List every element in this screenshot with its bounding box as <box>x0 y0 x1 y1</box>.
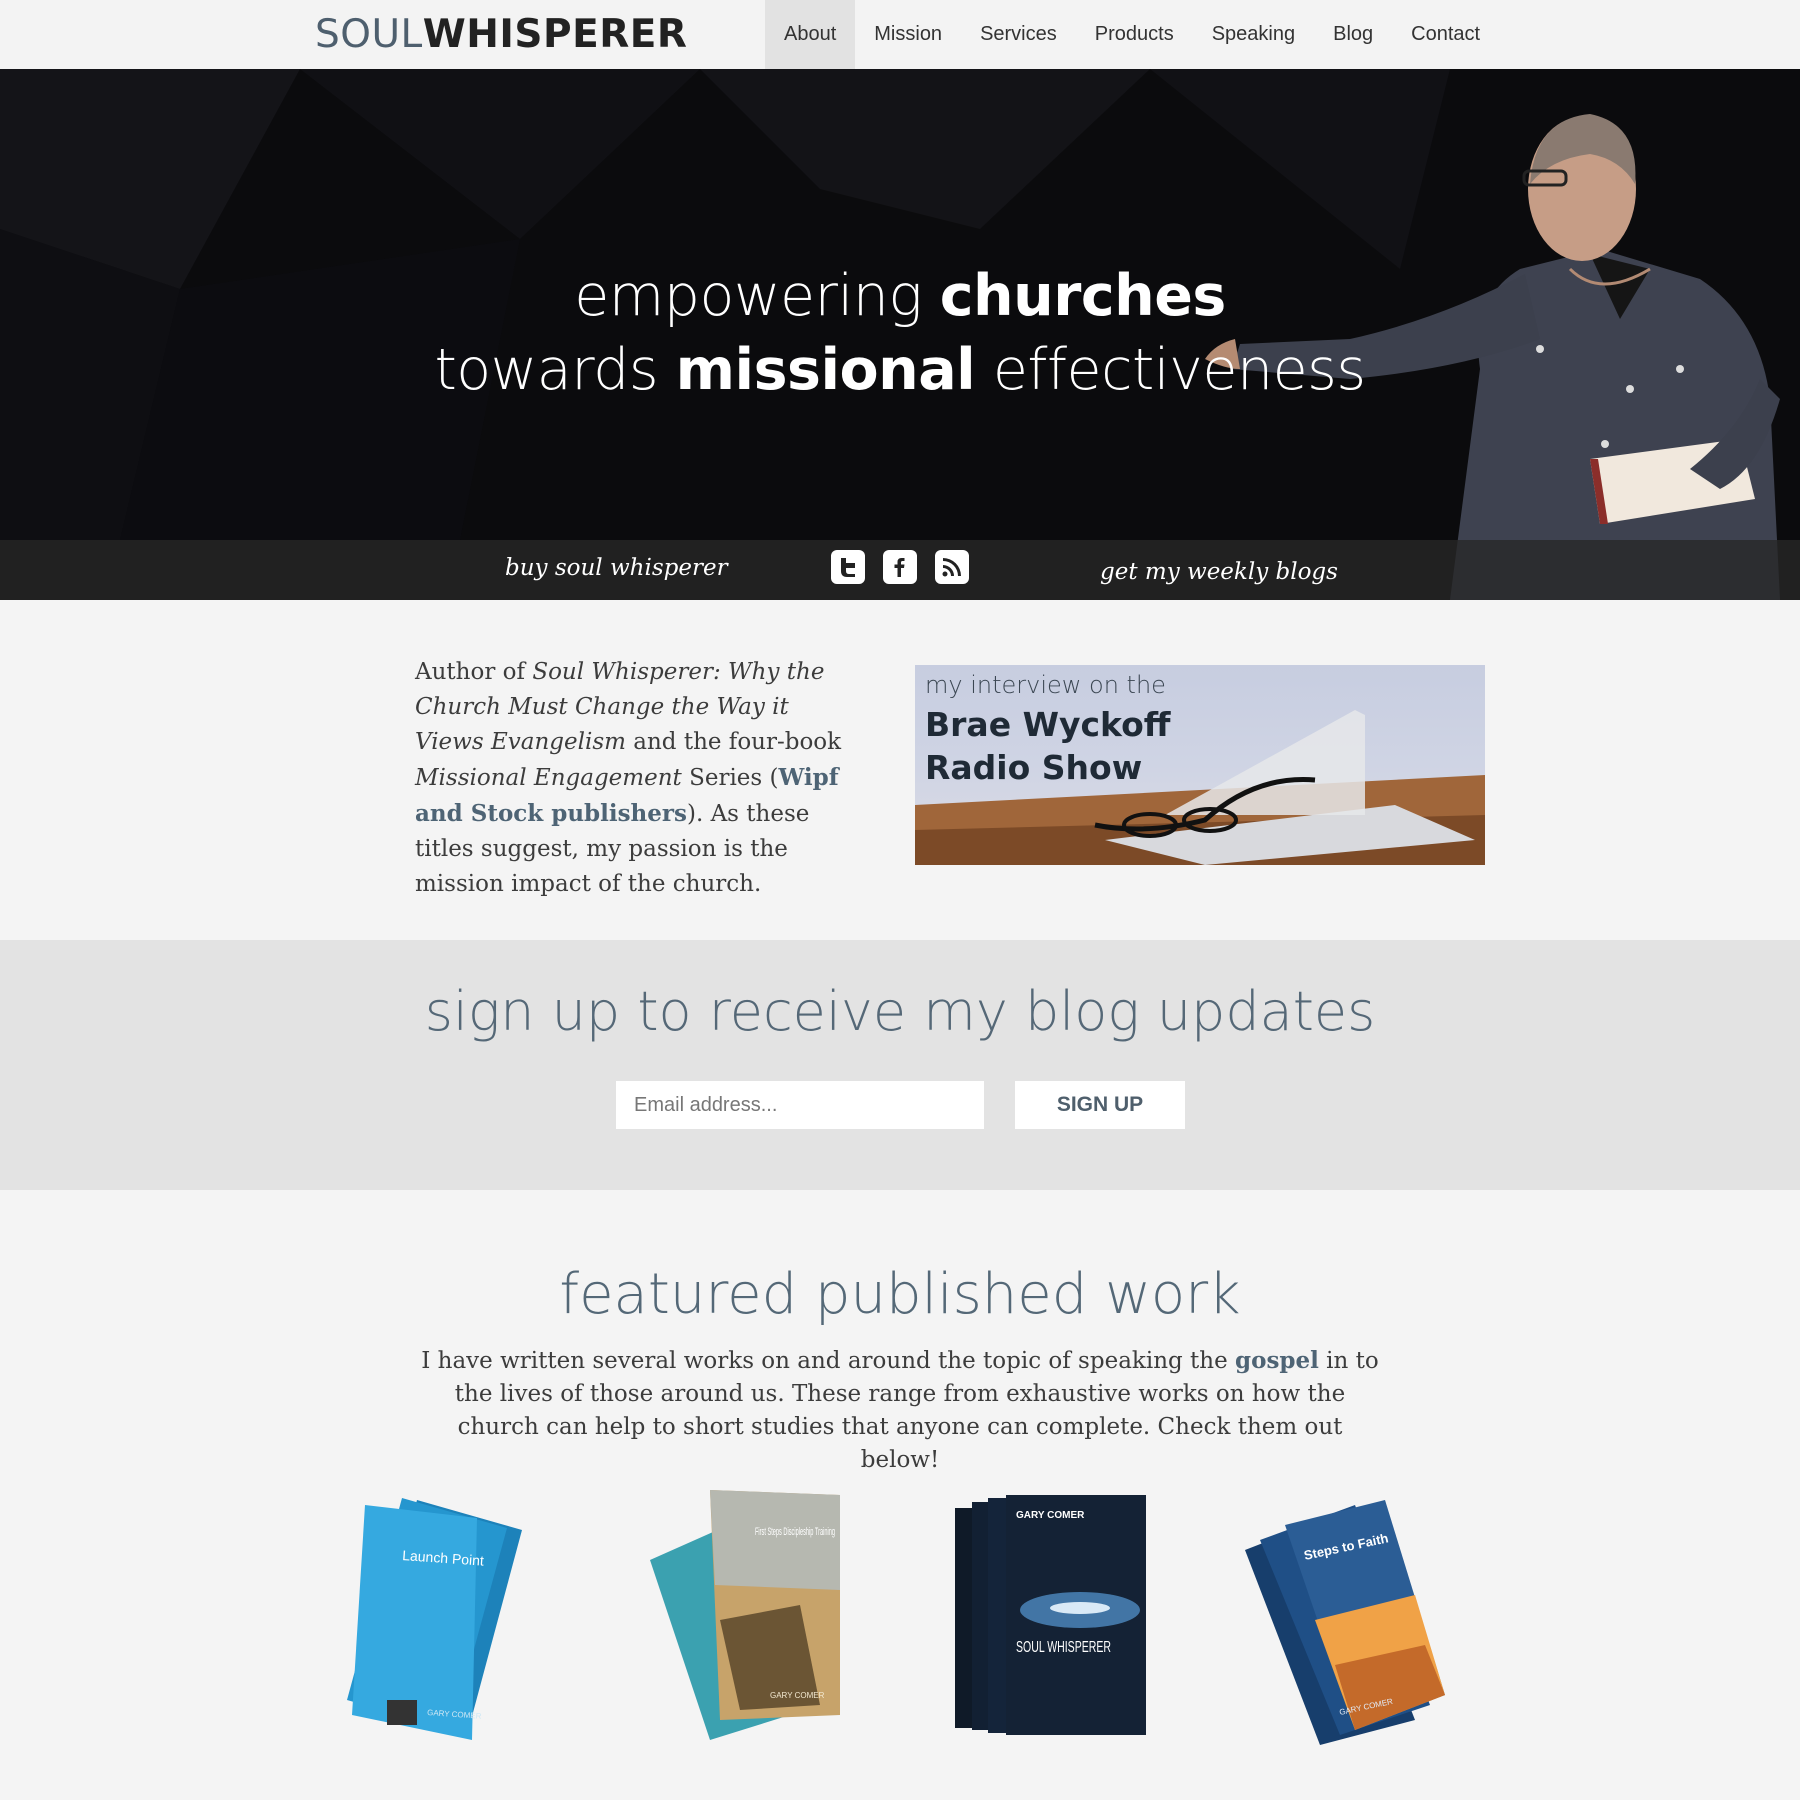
sign-up-button[interactable]: SIGN UP <box>1015 1081 1185 1129</box>
hero-action-bar: buy soul whisperer get my weekly blogs <box>0 540 1800 600</box>
intro-text-2: and the four-book <box>625 729 842 755</box>
book-3-author: GARY COMER <box>1016 1510 1085 1521</box>
weekly-blogs-link[interactable]: get my weekly blogs <box>1100 559 1338 585</box>
nav-item-contact[interactable]: Contact <box>1392 0 1499 69</box>
hero-line-2-post: effectiveness <box>975 337 1366 403</box>
nav-menu: About Mission Services Products Speaking… <box>765 0 1499 69</box>
intro-text-1: Author of <box>415 659 533 685</box>
book-cover-soul-whisperer: GARY COMER SOUL WHISPERER <box>955 1495 1146 1735</box>
top-nav: SOULWHISPERER About Mission Services Pro… <box>0 0 1800 69</box>
site-logo[interactable]: SOULWHISPERER <box>315 12 687 57</box>
book-3-title: SOUL WHISPERER <box>1016 1639 1111 1656</box>
book-steps-to-faith[interactable]: Steps to Faith GARY COMER <box>1245 1490 1455 1745</box>
nav-item-blog[interactable]: Blog <box>1314 0 1392 69</box>
book-launch-point[interactable]: Launch Point GARY COMER <box>347 1490 557 1745</box>
hero-banner: empowering churches towards missional ef… <box>0 69 1800 600</box>
radio-pretitle: my interview on the <box>925 671 1166 699</box>
email-field[interactable] <box>616 1081 984 1129</box>
featured-description: I have written several works on and arou… <box>420 1344 1380 1477</box>
book-2-author: GARY COMER <box>770 1691 825 1700</box>
nav-item-speaking[interactable]: Speaking <box>1193 0 1314 69</box>
author-intro: Author of Soul Whisperer: Why the Church… <box>415 655 855 902</box>
hero-line-2: towards missional effectiveness <box>0 333 1800 407</box>
featured-title: featured published work <box>559 1262 1241 1327</box>
book-cover-steps-to-faith: Steps to Faith GARY COMER <box>1245 1500 1445 1745</box>
blog-signup-section: sign up to receive my blog updates SIGN … <box>0 940 1800 1190</box>
twitter-icon[interactable] <box>831 550 865 584</box>
hero-line-2-bold: missional <box>675 337 976 403</box>
logo-whisperer: WHISPERER <box>422 12 688 57</box>
book-cover-first-steps: First Steps Discipleship Training GARY C… <box>650 1490 840 1740</box>
buy-soul-whisperer-link[interactable]: buy soul whisperer <box>505 555 728 581</box>
book-soul-whisperer[interactable]: GARY COMER SOUL WHISPERER <box>950 1490 1160 1745</box>
signup-title: sign up to receive my blog updates <box>424 980 1376 1043</box>
nav-item-mission[interactable]: Mission <box>855 0 961 69</box>
nav-item-about[interactable]: About <box>765 0 856 69</box>
nav-item-services[interactable]: Services <box>961 0 1076 69</box>
book-cover-launch-point: Launch Point GARY COMER <box>347 1498 522 1740</box>
hero-line-1: empowering churches <box>0 259 1800 333</box>
book-first-steps[interactable]: First Steps Discipleship Training GARY C… <box>650 1490 860 1745</box>
radio-interview-banner[interactable]: my interview on the Brae Wyckoff Radio S… <box>915 665 1485 865</box>
intro-series-title: Missional Engagement <box>415 765 682 791</box>
nav-item-products[interactable]: Products <box>1076 0 1193 69</box>
hero-line-2-pre: towards <box>434 337 676 403</box>
gospel-link[interactable]: gospel <box>1235 1347 1319 1374</box>
rss-icon[interactable] <box>935 550 969 584</box>
facebook-icon[interactable] <box>883 550 917 584</box>
hero-headline: empowering churches towards missional ef… <box>0 259 1800 407</box>
book-2-title: First Steps Discipleship Training <box>755 1526 835 1538</box>
hero-line-1-bold: churches <box>939 263 1227 329</box>
radio-show-name: Brae Wyckoff Radio Show <box>925 705 1171 787</box>
logo-soul: SOUL <box>315 12 423 57</box>
hero-line-1-pre: empowering <box>574 263 940 329</box>
featured-text-1: I have written several works on and arou… <box>421 1348 1236 1374</box>
intro-text-3: Series ( <box>681 765 779 791</box>
